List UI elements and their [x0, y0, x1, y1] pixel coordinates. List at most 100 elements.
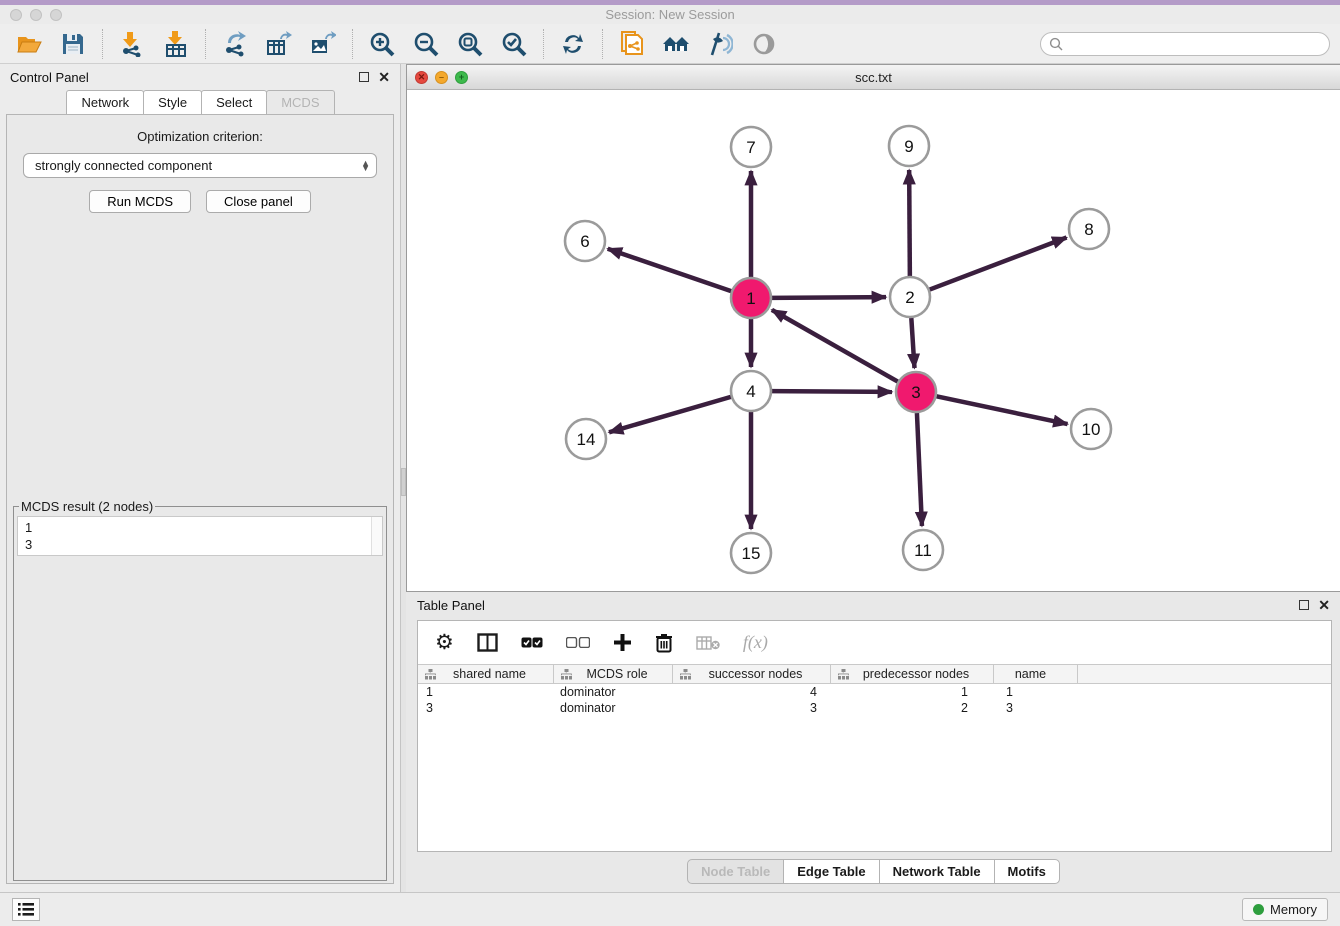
graph-edge-1-2[interactable]: [772, 297, 886, 298]
close-panel-button[interactable]: Close panel: [206, 190, 311, 213]
table-cell[interactable]: 1: [994, 684, 1078, 700]
memory-button[interactable]: Memory: [1242, 898, 1328, 921]
column-label: name: [994, 667, 1077, 681]
control-panel-tabs: Network Style Select MCDS: [0, 90, 400, 114]
save-session-icon[interactable]: [58, 29, 88, 59]
table-cell[interactable]: 4: [673, 684, 831, 700]
export-image-icon[interactable]: [308, 29, 338, 59]
criterion-select[interactable]: strongly connected component ▲▼: [23, 153, 377, 178]
select-all-columns-icon[interactable]: [521, 637, 543, 648]
table-panel: Table Panel ✕ ⚙: [406, 592, 1340, 892]
table-row[interactable]: 1dominator411: [418, 684, 1331, 700]
clone-network-icon[interactable]: [617, 29, 647, 59]
import-table-icon[interactable]: [161, 29, 191, 59]
memory-status-icon: [1253, 904, 1264, 915]
tab-edge-table[interactable]: Edge Table: [783, 859, 879, 884]
deselect-all-columns-icon[interactable]: [566, 637, 590, 648]
column-header-MCDS-role[interactable]: MCDS role: [554, 665, 673, 683]
table-row[interactable]: 3dominator323: [418, 700, 1331, 716]
table-body[interactable]: 1dominator4113dominator323: [418, 684, 1331, 851]
settings-gear-icon[interactable]: ⚙: [435, 633, 454, 653]
task-history-button[interactable]: [12, 898, 40, 921]
graph-node-label: 1: [746, 289, 755, 308]
hierarchy-icon: [838, 669, 849, 680]
float-window-icon[interactable]: [359, 72, 369, 82]
graph-edge-4-14[interactable]: [609, 397, 731, 432]
graph-edge-3-11[interactable]: [917, 413, 922, 526]
session-title: Session: New Session: [0, 7, 1340, 22]
hierarchy-icon: [561, 669, 572, 680]
table-cell[interactable]: 2: [831, 700, 994, 716]
delete-table-icon[interactable]: [696, 636, 720, 650]
tab-node-table[interactable]: Node Table: [687, 859, 784, 884]
tab-mcds[interactable]: MCDS: [266, 90, 334, 114]
table-cell[interactable]: 1: [418, 684, 554, 700]
float-window-icon[interactable]: [1299, 600, 1309, 610]
tab-network[interactable]: Network: [66, 90, 144, 114]
graph-edge-2-9[interactable]: [909, 170, 910, 276]
table-cell[interactable]: dominator: [554, 700, 673, 716]
graph-edge-1-6[interactable]: [608, 249, 731, 291]
run-mcds-button[interactable]: Run MCDS: [89, 190, 191, 213]
frame-close-icon[interactable]: ✕: [415, 71, 428, 84]
network-window-titlebar[interactable]: ✕ – + scc.txt: [407, 65, 1340, 90]
select-stepper-icon: ▲▼: [361, 161, 370, 171]
hide-graphics-icon[interactable]: [705, 29, 735, 59]
show-graphics-icon[interactable]: [749, 29, 779, 59]
table-cell[interactable]: 3: [418, 700, 554, 716]
result-item[interactable]: 3: [25, 536, 368, 553]
export-table-icon[interactable]: [264, 29, 294, 59]
table-cell[interactable]: 1: [831, 684, 994, 700]
function-builder-icon[interactable]: f(x): [743, 632, 768, 653]
column-label: shared name: [436, 667, 553, 681]
search-area: [1040, 32, 1330, 56]
panel-splitter[interactable]: [401, 64, 406, 892]
zoom-in-icon[interactable]: [367, 29, 397, 59]
column-label: successor nodes: [691, 667, 830, 681]
mcds-result-title: MCDS result (2 nodes): [19, 499, 155, 514]
network-canvas[interactable]: 7968124314101511: [407, 90, 1340, 591]
refresh-icon[interactable]: [558, 29, 588, 59]
table-cell[interactable]: 3: [673, 700, 831, 716]
frame-minimize-icon[interactable]: –: [435, 71, 448, 84]
search-box[interactable]: [1040, 32, 1330, 56]
table-cell[interactable]: dominator: [554, 684, 673, 700]
column-header-predecessor-nodes[interactable]: predecessor nodes: [831, 665, 994, 683]
graph-node-label: 9: [904, 137, 913, 156]
frame-maximize-icon[interactable]: +: [455, 71, 468, 84]
close-icon[interactable]: ✕: [378, 72, 390, 82]
search-input[interactable]: [1068, 36, 1321, 51]
delete-column-icon[interactable]: [655, 633, 673, 653]
mcds-result-list[interactable]: 1 3: [17, 516, 383, 556]
control-panel: Control Panel ✕ Network Style Select MCD…: [0, 64, 401, 892]
zoom-selected-icon[interactable]: [499, 29, 529, 59]
graph-edge-3-1[interactable]: [772, 310, 898, 382]
table-cell[interactable]: 3: [994, 700, 1078, 716]
graph-node-label: 7: [746, 138, 755, 157]
tab-network-table[interactable]: Network Table: [879, 859, 995, 884]
splitter-grip[interactable]: [401, 468, 406, 496]
tab-motifs[interactable]: Motifs: [994, 859, 1060, 884]
import-network-icon[interactable]: [117, 29, 147, 59]
graph-edge-3-10[interactable]: [937, 396, 1068, 424]
tab-select[interactable]: Select: [201, 90, 267, 114]
result-item[interactable]: 1: [25, 519, 368, 536]
home-layout-icon[interactable]: [661, 29, 691, 59]
graph-node-label: 14: [577, 430, 596, 449]
column-header-name[interactable]: name: [994, 665, 1078, 683]
zoom-out-icon[interactable]: [411, 29, 441, 59]
graph-edge-2-8[interactable]: [930, 238, 1067, 290]
close-icon[interactable]: ✕: [1318, 600, 1330, 610]
column-header-successor-nodes[interactable]: successor nodes: [673, 665, 831, 683]
status-bar: Memory: [0, 892, 1340, 926]
result-scrollbar[interactable]: [371, 517, 382, 555]
split-view-icon[interactable]: [477, 633, 498, 652]
graph-edge-4-3[interactable]: [772, 391, 892, 392]
graph-edge-2-3[interactable]: [911, 318, 914, 368]
zoom-fit-icon[interactable]: [455, 29, 485, 59]
add-column-icon[interactable]: [613, 633, 632, 652]
open-session-icon[interactable]: [14, 29, 44, 59]
tab-style[interactable]: Style: [143, 90, 202, 114]
export-network-icon[interactable]: [220, 29, 250, 59]
column-header-shared-name[interactable]: shared name: [418, 665, 554, 683]
